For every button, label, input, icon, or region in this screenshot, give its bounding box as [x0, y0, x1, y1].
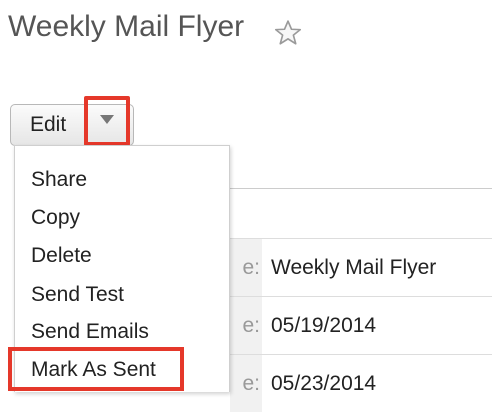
detail-label: e: [230, 297, 262, 354]
detail-row: e: 05/19/2014 [230, 296, 492, 354]
mark-as-sent-highlight [8, 347, 184, 391]
edit-button[interactable]: Edit [30, 105, 66, 145]
detail-value: 05/23/2014 [271, 372, 377, 395]
menu-item-share[interactable]: Share [31, 168, 87, 192]
caret-down-icon[interactable] [100, 115, 114, 124]
detail-row: e: 05/23/2014 [230, 354, 492, 412]
section-divider [230, 188, 492, 189]
detail-label: e: [230, 355, 262, 412]
menu-item-send-test[interactable]: Send Test [31, 283, 124, 307]
menu-item-delete[interactable]: Delete [31, 244, 92, 268]
detail-label: e: [230, 239, 262, 296]
menu-item-copy[interactable]: Copy [31, 206, 80, 230]
detail-value: Weekly Mail Flyer [271, 256, 437, 279]
detail-row: e: Weekly Mail Flyer [230, 238, 492, 296]
actions-dropdown-toggle[interactable] [84, 96, 130, 146]
star-outline-icon[interactable] [273, 18, 303, 48]
detail-table: e: Weekly Mail Flyer e: 05/19/2014 e: 05… [230, 238, 492, 412]
menu-item-send-emails[interactable]: Send Emails [31, 320, 149, 344]
page-title: Weekly Mail Flyer [8, 10, 245, 43]
detail-value: 05/19/2014 [271, 314, 377, 337]
